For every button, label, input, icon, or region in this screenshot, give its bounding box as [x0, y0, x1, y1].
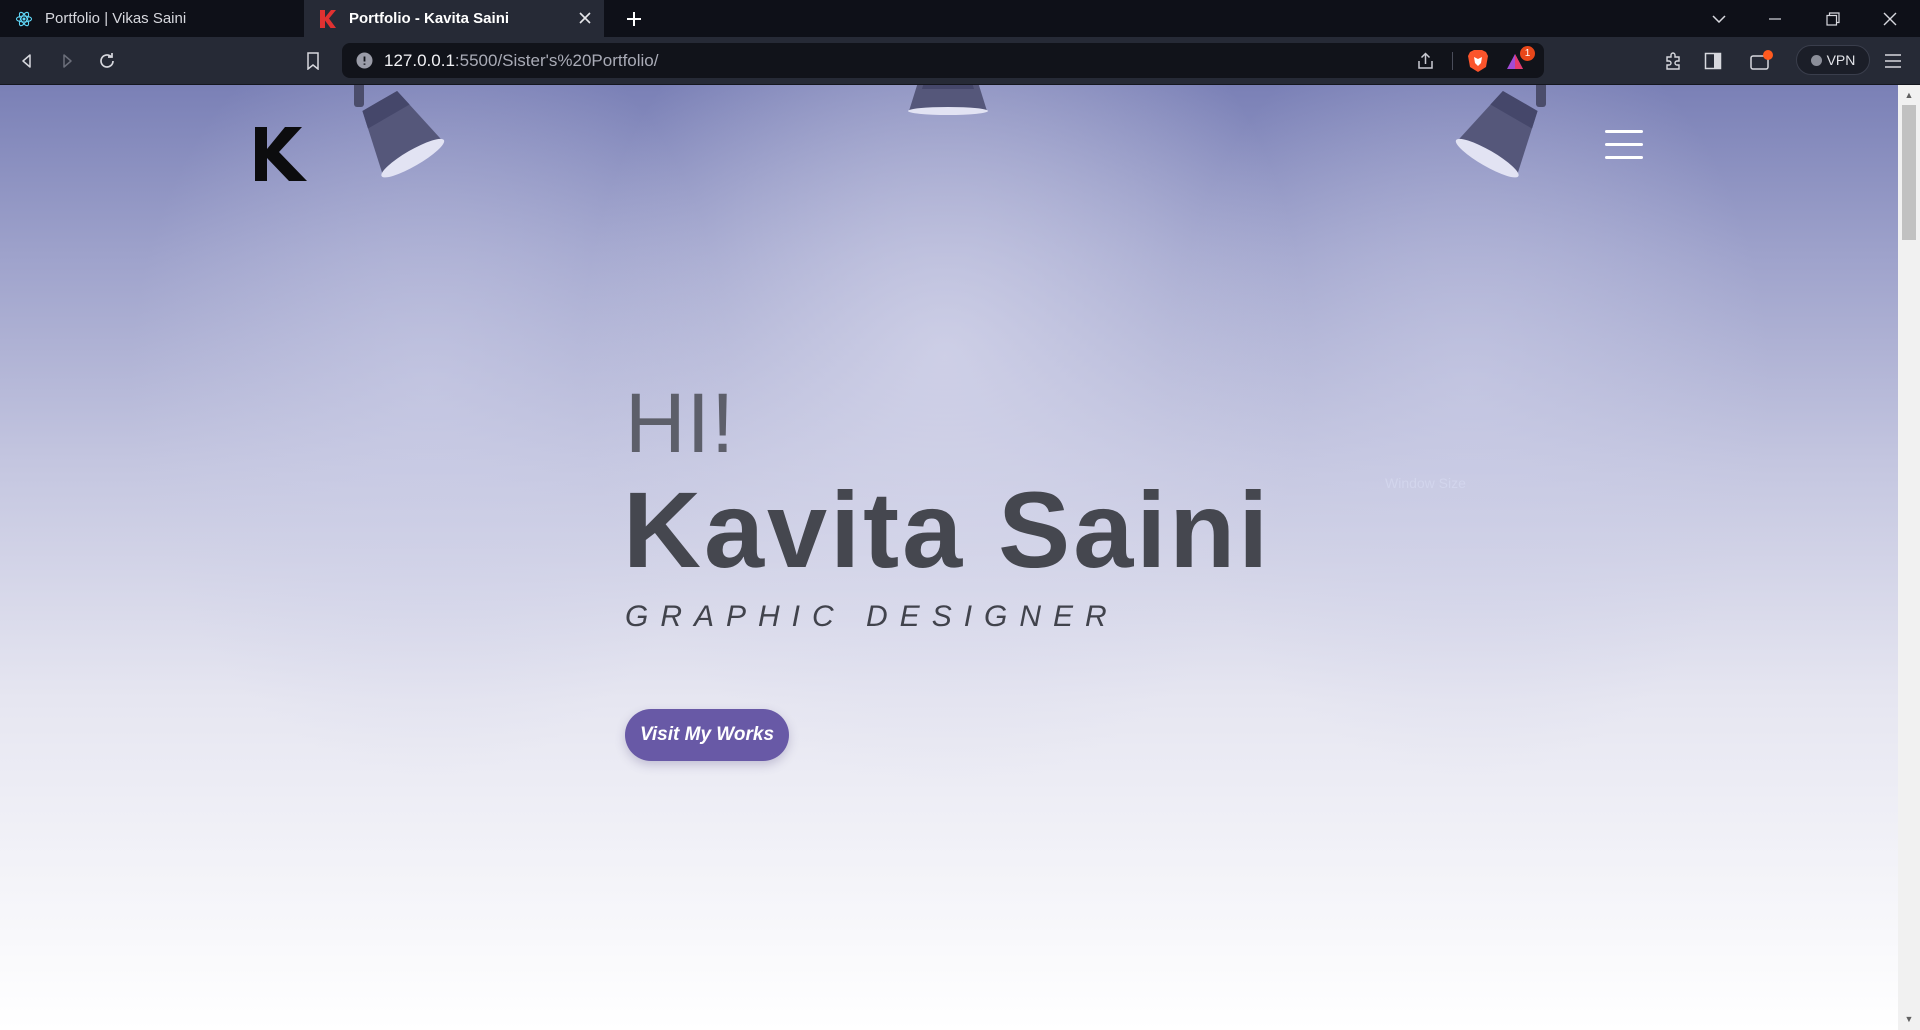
- hero-role: GRAPHIC DESIGNER: [625, 600, 1119, 633]
- vpn-button[interactable]: VPN: [1796, 45, 1870, 75]
- tab-kavita-portfolio[interactable]: Portfolio - Kavita Saini: [304, 0, 604, 37]
- url-text: 127.0.0.1:5500/Sister's%20Portfolio/: [384, 51, 658, 71]
- restore-button[interactable]: [1805, 0, 1861, 37]
- spotlight-right-icon: [1455, 85, 1546, 178]
- sidebar-toggle-icon[interactable]: [1700, 48, 1726, 74]
- tab-vikas-portfolio[interactable]: Portfolio | Vikas Saini: [0, 0, 302, 37]
- hamburger-menu-button[interactable]: [1605, 130, 1643, 160]
- extensions-icon[interactable]: [1660, 48, 1686, 74]
- page-viewport: Window Size HI! Kavita Saini GRAPHIC DES…: [0, 85, 1898, 1030]
- bookmark-icon[interactable]: [300, 48, 326, 74]
- url-path: :5500/Sister's%20Portfolio/: [454, 51, 659, 70]
- back-button[interactable]: [14, 48, 40, 74]
- hero-name: Kavita Saini: [623, 469, 1272, 590]
- brave-shields-icon[interactable]: [1467, 49, 1489, 78]
- site-info-icon[interactable]: [356, 52, 373, 69]
- visit-my-works-button[interactable]: Visit My Works: [625, 709, 789, 761]
- wallet-icon[interactable]: [1748, 48, 1774, 74]
- share-icon[interactable]: [1416, 51, 1436, 76]
- address-bar[interactable]: 127.0.0.1:5500/Sister's%20Portfolio/ 1: [342, 43, 1544, 78]
- close-tab-icon[interactable]: [576, 9, 594, 27]
- k-logo-icon: [318, 9, 338, 29]
- hamburger-line: [1605, 156, 1643, 159]
- close-window-button[interactable]: [1862, 0, 1918, 37]
- scroll-down-arrow-icon[interactable]: ▼: [1898, 1011, 1920, 1027]
- page-scrollbar[interactable]: ▲ ▼: [1898, 85, 1920, 1030]
- site-logo[interactable]: [255, 127, 307, 181]
- tab-title: Portfolio - Kavita Saini: [349, 10, 510, 27]
- hamburger-line: [1605, 143, 1643, 146]
- tab-strip: Portfolio | Vikas Saini Portfolio - Kavi…: [0, 0, 1920, 37]
- rewards-badge: 1: [1520, 46, 1535, 61]
- tab-search-chevron-icon[interactable]: [1691, 0, 1747, 37]
- spotlight-center-icon: [908, 85, 988, 115]
- tab-title: Portfolio | Vikas Saini: [45, 10, 187, 27]
- menu-icon[interactable]: [1880, 48, 1906, 74]
- scrollbar-thumb[interactable]: [1902, 105, 1916, 240]
- new-tab-button[interactable]: [621, 6, 647, 32]
- hero-greeting: HI!: [625, 376, 736, 470]
- reload-button[interactable]: [94, 48, 120, 74]
- url-divider: [1452, 52, 1453, 70]
- faint-overlay-text: Window Size: [1385, 475, 1466, 491]
- spotlight-left-icon: [354, 85, 445, 178]
- vpn-status-icon: [1810, 54, 1822, 66]
- vpn-label: VPN: [1826, 52, 1856, 68]
- browser-toolbar: 127.0.0.1:5500/Sister's%20Portfolio/ 1 V…: [0, 37, 1920, 85]
- minimize-button[interactable]: [1747, 0, 1803, 37]
- react-icon: [14, 9, 34, 29]
- hamburger-line: [1605, 130, 1643, 133]
- forward-button[interactable]: [54, 48, 80, 74]
- scroll-up-arrow-icon[interactable]: ▲: [1898, 87, 1920, 103]
- url-host: 127.0.0.1: [384, 51, 455, 70]
